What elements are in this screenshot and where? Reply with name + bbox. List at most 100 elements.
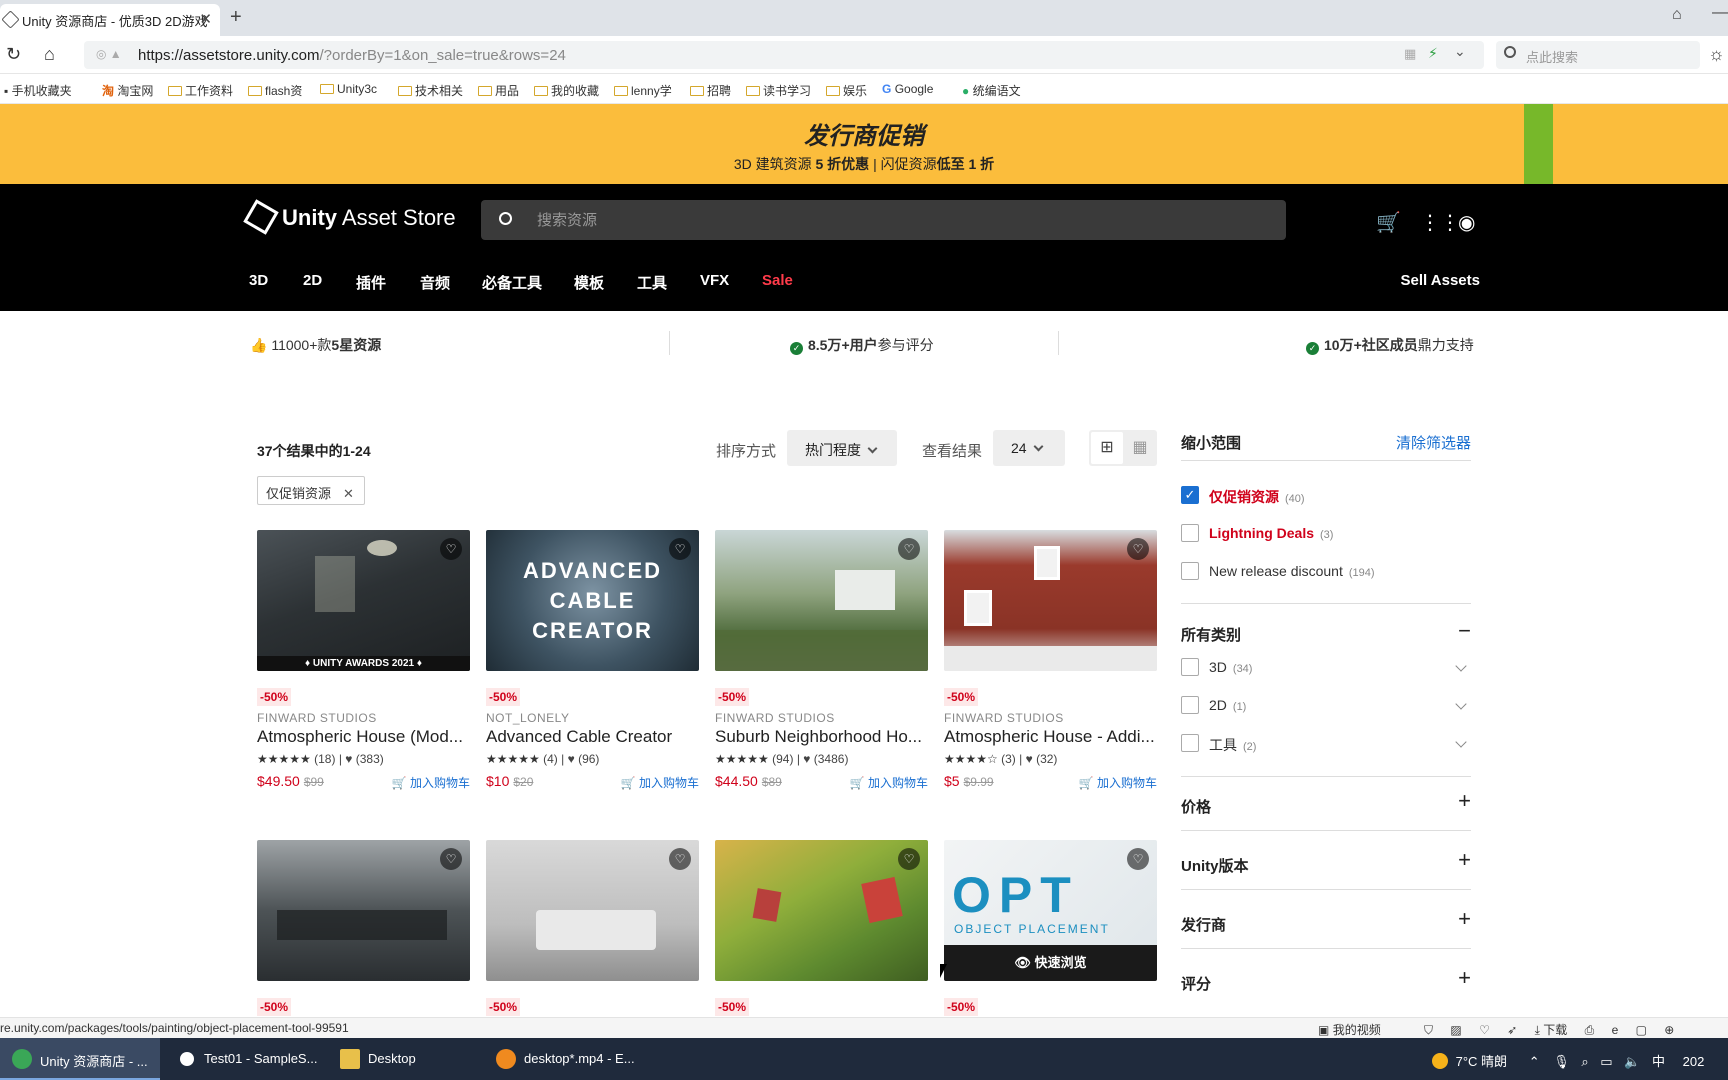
asset-title[interactable]: Advanced Cable Creator (486, 727, 699, 747)
task-browser[interactable]: Unity 资源商店 - ... (0, 1038, 160, 1080)
sell-assets-link[interactable]: Sell Assets (1401, 272, 1481, 289)
asset-thumbnail[interactable]: ♡ (715, 840, 928, 981)
chevron-down-icon[interactable] (1455, 736, 1467, 748)
bookmark-item[interactable]: 读书学习 (746, 82, 811, 99)
chevron-down-icon[interactable] (1455, 660, 1467, 672)
url-text[interactable]: https://assetstore.unity.com/?orderBy=1&… (138, 47, 566, 64)
add-to-cart-button[interactable]: 🛒 加入购物车 (392, 774, 470, 791)
bookmark-item[interactable]: flash资 (248, 82, 302, 99)
video-icon[interactable]: ▣ (1318, 1023, 1329, 1037)
bookmark-item[interactable]: Unity3c (320, 82, 377, 96)
bookmark-item[interactable]: 用品 (478, 82, 519, 99)
expand-icon[interactable]: + (1458, 847, 1471, 873)
categories-title[interactable]: 所有类别 (1181, 624, 1241, 645)
cart-icon[interactable]: 🛒 (1376, 210, 1401, 235)
url-box[interactable]: ◎ ▲ https://assetstore.unity.com/?orderB… (84, 41, 1484, 69)
deal-checkbox-on-sale[interactable]: ✓ (1181, 486, 1199, 504)
asset-thumbnail[interactable]: ♡ (944, 530, 1157, 671)
asset-title[interactable]: Atmospheric House (Mod... (257, 727, 470, 747)
nav-3d[interactable]: 3D (249, 272, 268, 289)
publisher[interactable]: FINWARD STUDIOS (257, 711, 377, 725)
category-checkbox-tools[interactable] (1181, 734, 1199, 752)
reload-icon[interactable]: ↻ (6, 44, 21, 65)
expand-icon[interactable]: + (1458, 906, 1471, 932)
microphone-icon[interactable]: 🎙 (1553, 1054, 1570, 1069)
promo-banner[interactable]: 发行商促销 3D 建筑资源 5 折优惠 | 闪促资源低至 1 折 (0, 104, 1728, 194)
price-section[interactable]: 价格 (1181, 796, 1211, 817)
bookmark-item[interactable]: 工作资料 (168, 82, 233, 99)
add-to-cart-button[interactable]: 🛒 加入购物车 (1079, 774, 1157, 791)
network-icon[interactable]: ▭ (1600, 1054, 1612, 1069)
bookmark-item[interactable]: ▪ 手机收藏夹 (4, 82, 72, 99)
shirt-icon[interactable]: ⌂ (1672, 6, 1682, 24)
wishlist-heart-icon[interactable]: ♡ (440, 538, 462, 560)
clear-filters-link[interactable]: 清除筛选器 (1396, 432, 1471, 453)
image-icon[interactable]: ▨ (1450, 1023, 1461, 1037)
task-video[interactable]: desktop*.mp4 - E... (484, 1038, 644, 1080)
tab-close-icon[interactable]: ✕ (199, 10, 212, 28)
rating-section[interactable]: 评分 (1181, 973, 1211, 994)
apps-grid-icon[interactable]: ⋮⋮ (1420, 210, 1460, 235)
deal-checkbox-lightning[interactable] (1181, 524, 1199, 542)
quick-view-button[interactable]: 👁 快速浏览 (944, 945, 1157, 981)
bookmark-item[interactable]: lenny学 (614, 82, 672, 99)
asset-thumbnail[interactable]: ADVANCED CABLE CREATOR ♡ (486, 530, 699, 671)
nav-essentials[interactable]: 必备工具 (482, 272, 542, 293)
nav-templates[interactable]: 模板 (574, 272, 604, 293)
nav-audio[interactable]: 音频 (420, 272, 450, 293)
browser-search-box[interactable]: 点此搜索 (1496, 41, 1700, 69)
task-unity[interactable]: Test01 - SampleS... (164, 1038, 324, 1080)
nav-vfx[interactable]: VFX (700, 272, 729, 289)
window-icon[interactable]: ▢ (1636, 1023, 1647, 1037)
asset-title[interactable]: Atmospheric House - Addi... (944, 727, 1157, 747)
home-icon[interactable]: ⌂ (44, 44, 55, 65)
weather-sun-icon[interactable] (1432, 1053, 1448, 1069)
chevron-down-icon[interactable] (1455, 698, 1467, 710)
ie-icon[interactable]: e (1612, 1023, 1619, 1037)
asset-thumbnail[interactable]: ♡ (715, 530, 928, 671)
expand-icon[interactable]: + (1458, 965, 1471, 991)
unity-asset-store-logo[interactable]: Unity Asset Store (243, 199, 456, 235)
expand-icon[interactable]: + (1458, 788, 1471, 814)
lightning-icon[interactable]: ⚡ (1428, 45, 1438, 62)
bookmark-item[interactable]: 技术相关 (398, 82, 463, 99)
browser-tab[interactable]: Unity 资源商店 - 优质3D 2D游戏 ✕ (0, 4, 220, 36)
asset-title[interactable]: Suburb Neighborhood Ho... (715, 727, 928, 747)
publisher[interactable]: FINWARD STUDIOS (944, 711, 1064, 725)
wishlist-heart-icon[interactable]: ♡ (669, 848, 691, 870)
nav-tools[interactable]: 工具 (637, 272, 667, 293)
shield-icon[interactable]: ⛉ (1424, 1023, 1433, 1037)
nav-2d[interactable]: 2D (303, 272, 322, 289)
bookmark-item[interactable]: G Google (882, 82, 933, 96)
heartbeat-icon[interactable]: ♡ (1479, 1023, 1490, 1037)
wishlist-heart-icon[interactable]: ♡ (669, 538, 691, 560)
asset-thumbnail[interactable]: ♡ (486, 840, 699, 981)
chevron-down-icon[interactable]: ⌄ (1454, 43, 1466, 60)
nav-sale[interactable]: Sale (762, 272, 793, 289)
sun-icon[interactable]: ☼ (1708, 44, 1725, 65)
wishlist-heart-icon[interactable]: ♡ (440, 848, 462, 870)
unity-version-section[interactable]: Unity版本 (1181, 855, 1249, 876)
bookmark-item[interactable]: 娱乐 (826, 82, 867, 99)
minimize-icon[interactable]: — (1712, 4, 1728, 22)
account-icon[interactable]: ◉ (1458, 210, 1475, 235)
grid-large-icon[interactable]: ⊞ (1091, 432, 1123, 464)
asset-thumbnail[interactable]: OPT OBJECT PLACEMENT 👁 快速浏览 ♡ (944, 840, 1157, 981)
rocket-icon[interactable]: ➶ (1507, 1023, 1517, 1037)
publisher-section[interactable]: 发行商 (1181, 914, 1226, 935)
bookmark-item[interactable]: ● 统编语文 (962, 82, 1021, 99)
publisher[interactable]: NOT_LONELY (486, 711, 569, 725)
search-tray-icon[interactable]: ⌕ (1581, 1054, 1588, 1069)
task-desktop[interactable]: Desktop (328, 1038, 478, 1080)
wishlist-heart-icon[interactable]: ♡ (1127, 848, 1149, 870)
category-checkbox-3d[interactable] (1181, 658, 1199, 676)
asset-thumbnail[interactable]: ♡ (257, 840, 470, 981)
print-icon[interactable]: ⎙ (1585, 1023, 1595, 1037)
bookmark-item[interactable]: 我的收藏 (534, 82, 599, 99)
nav-plugins[interactable]: 插件 (356, 272, 386, 293)
zoom-icon[interactable]: ⊕ (1664, 1023, 1674, 1037)
grid-small-icon[interactable]: ▦ (1125, 432, 1155, 464)
rows-select[interactable]: 24 (993, 430, 1065, 466)
add-to-cart-button[interactable]: 🛒 加入购物车 (850, 774, 928, 791)
chevron-up-icon[interactable]: ⌃ (1529, 1054, 1540, 1069)
